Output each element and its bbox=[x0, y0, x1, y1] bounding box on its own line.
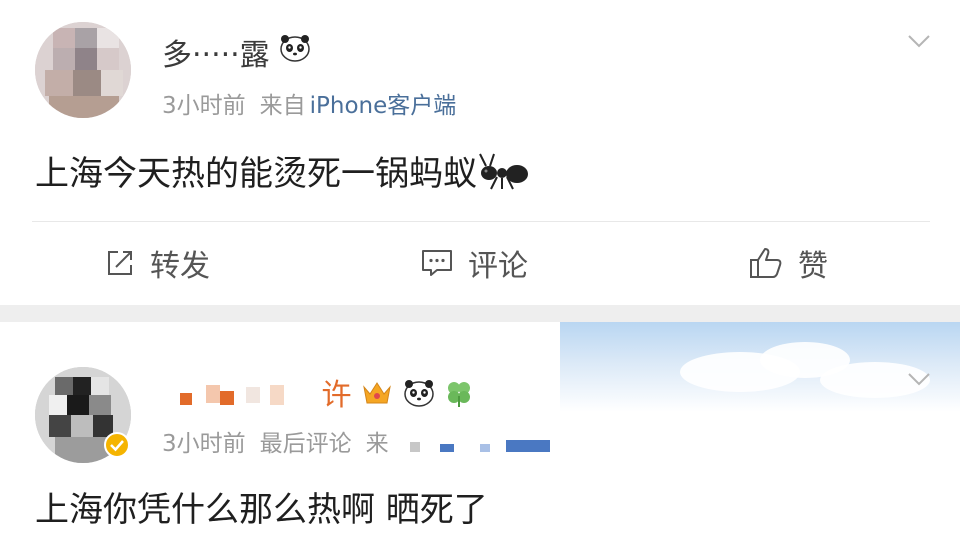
post-meta: 3小时前 最后评论来 bbox=[162, 424, 560, 458]
repost-label: 转发 bbox=[150, 249, 210, 284]
username-blurred bbox=[162, 379, 312, 415]
username-blurred: 多‧‧‧‧‧露 bbox=[162, 38, 270, 73]
repost-button[interactable]: 转发 bbox=[104, 243, 210, 284]
panda-icon bbox=[279, 34, 311, 70]
post-content: 上海今天热的能烫死一锅蚂蚁 bbox=[35, 146, 529, 200]
divider bbox=[32, 221, 930, 222]
last-comment-label: 最后评论 bbox=[259, 431, 352, 457]
post-separator bbox=[0, 305, 960, 322]
thumbs-up-icon bbox=[750, 248, 782, 278]
weibo-post: 许 3小时前 最后评论来 上海你凭什么那么热啊 晒死了 bbox=[0, 322, 960, 558]
crown-icon bbox=[361, 379, 393, 415]
post-text: 上海今天热的能烫死一锅蚂蚁 bbox=[35, 154, 477, 194]
username[interactable]: 多‧‧‧‧‧露 bbox=[162, 30, 311, 74]
username[interactable]: 许 bbox=[162, 370, 474, 416]
post-text: 上海你凭什么那么热啊 晒死了 bbox=[35, 490, 488, 530]
comment-button[interactable]: 评论 bbox=[420, 243, 528, 284]
repost-icon bbox=[108, 251, 132, 275]
ant-icon bbox=[477, 151, 529, 200]
post-content: 上海你凭什么那么热啊 晒死了 bbox=[35, 482, 488, 531]
source-prefix: 来自 bbox=[259, 93, 306, 119]
source-prefix: 来 bbox=[365, 431, 389, 457]
comment-label: 评论 bbox=[468, 249, 528, 284]
post-time: 3小时前 bbox=[162, 431, 246, 457]
avatar-pixelated-image bbox=[35, 22, 131, 118]
sky-background-image bbox=[560, 322, 960, 412]
like-button[interactable]: 赞 bbox=[748, 243, 828, 284]
chevron-down-icon[interactable] bbox=[906, 28, 932, 54]
post-time: 3小时前 bbox=[162, 93, 246, 119]
comment-icon bbox=[422, 250, 452, 276]
avatar[interactable] bbox=[35, 22, 131, 118]
weibo-post: 多‧‧‧‧‧露 3小时前来自iPhone客户端 上海今天热的能烫死一锅蚂蚁 bbox=[0, 0, 960, 305]
chevron-down-icon[interactable] bbox=[906, 366, 932, 392]
like-label: 赞 bbox=[798, 249, 828, 284]
panda-icon bbox=[403, 379, 435, 415]
source-blurred bbox=[409, 439, 550, 452]
verified-badge-icon bbox=[104, 432, 130, 458]
source-link[interactable]: iPhone客户端 bbox=[310, 93, 457, 119]
clover-icon bbox=[444, 378, 474, 416]
post-meta: 3小时前 来自 iPhone客户端 bbox=[162, 86, 470, 120]
